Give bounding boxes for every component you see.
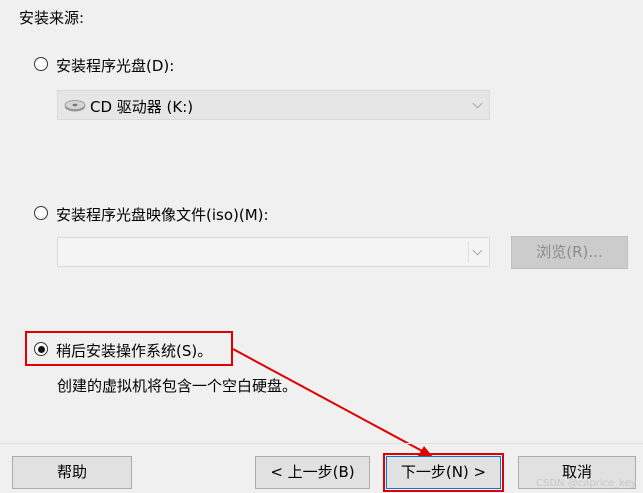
watermark-text: CSDN @caprice_key <box>536 478 637 489</box>
annotation-arrow <box>232 348 433 457</box>
back-button[interactable]: < 上一步(B) <box>255 456 370 489</box>
footer-separator <box>0 443 643 444</box>
help-button[interactable]: 帮助 <box>12 456 132 489</box>
next-button-highlight <box>383 453 504 492</box>
